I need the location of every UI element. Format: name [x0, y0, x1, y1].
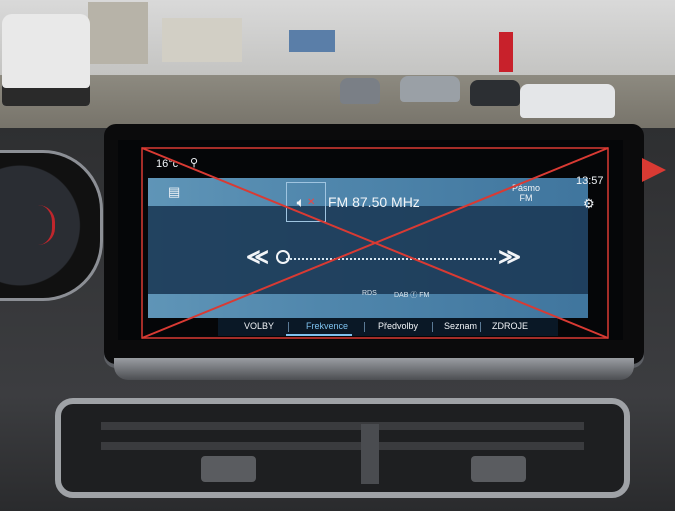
cross-out-overlay	[141, 147, 609, 339]
